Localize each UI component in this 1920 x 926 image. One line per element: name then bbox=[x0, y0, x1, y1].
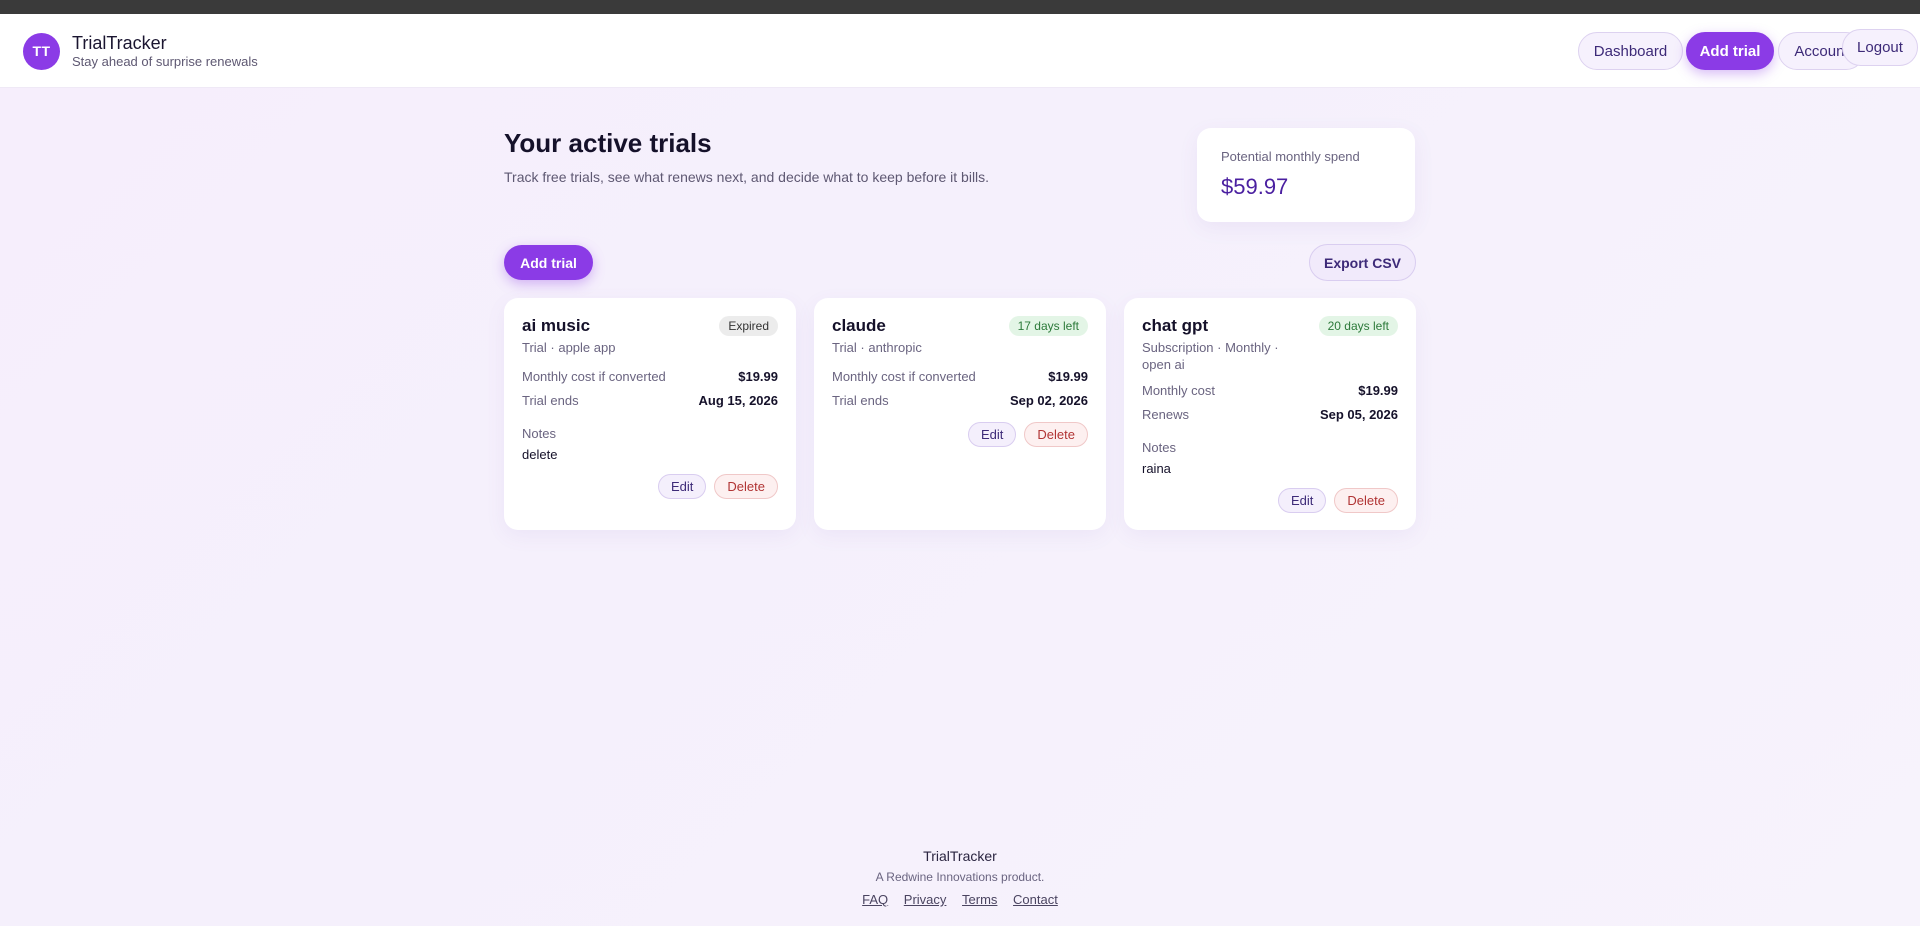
footer-brand: TrialTracker bbox=[923, 848, 997, 864]
card-header: ai music Expired bbox=[522, 316, 778, 336]
trial-card: claude 17 days left Trial · anthropic Mo… bbox=[814, 298, 1106, 530]
delete-button[interactable]: Delete bbox=[1024, 422, 1088, 447]
card-actions: Edit Delete bbox=[1142, 488, 1398, 513]
card-title: ai music bbox=[522, 316, 591, 335]
date-value: Sep 02, 2026 bbox=[1009, 393, 1088, 408]
card-actions: Edit Delete bbox=[832, 422, 1088, 447]
cost-value: $19.99 bbox=[1048, 369, 1088, 384]
date-value: Aug 15, 2026 bbox=[698, 393, 779, 408]
card-header: claude 17 days left bbox=[832, 316, 1088, 336]
edit-button[interactable]: Edit bbox=[658, 474, 707, 499]
date-row: Trial ends Sep 02, 2026 bbox=[832, 393, 1088, 408]
spend-card: Potential monthly spend $59.97 bbox=[1197, 128, 1415, 222]
brand-name: TrialTracker bbox=[72, 33, 167, 53]
notes-value: delete bbox=[522, 447, 558, 462]
cost-label: Monthly cost if converted bbox=[832, 369, 976, 384]
card-header: chat gpt 20 days left bbox=[1142, 316, 1398, 336]
cost-row: Monthly cost if converted $19.99 bbox=[832, 369, 1088, 384]
edit-button[interactable]: Edit bbox=[1278, 488, 1327, 513]
page-subtitle: Track free trials, see what renews next,… bbox=[504, 169, 990, 185]
page-header: Your active trials Track free trials, se… bbox=[504, 128, 989, 185]
notes-value: raina bbox=[1142, 461, 1171, 476]
cost-row: Monthly cost if converted $19.99 bbox=[522, 369, 778, 384]
status-badge: 17 days left bbox=[1008, 316, 1088, 336]
card-actions: Edit Delete bbox=[522, 474, 778, 499]
spend-label: Potential monthly spend bbox=[1221, 149, 1360, 164]
card-meta: Trial · apple app bbox=[522, 340, 616, 355]
cost-value: $19.99 bbox=[1358, 383, 1398, 398]
footer-links: FAQ Privacy Terms Contact bbox=[0, 892, 1920, 907]
cost-label: Monthly cost bbox=[1142, 383, 1215, 398]
delete-button[interactable]: Delete bbox=[714, 474, 778, 499]
trial-card: chat gpt 20 days left Subscription · Mon… bbox=[1124, 298, 1416, 530]
date-row: Renews Sep 05, 2026 bbox=[1142, 407, 1398, 422]
brand-tagline: Stay ahead of surprise renewals bbox=[72, 54, 258, 69]
nav-logout-button[interactable]: Logout bbox=[1842, 29, 1918, 66]
date-value: Sep 05, 2026 bbox=[1319, 407, 1398, 422]
card-meta-line: open ai bbox=[1142, 357, 1185, 372]
browser-strip bbox=[0, 0, 1920, 14]
status-badge: Expired bbox=[719, 316, 778, 336]
cost-row: Monthly cost $19.99 bbox=[1142, 383, 1398, 398]
cost-label: Monthly cost if converted bbox=[522, 369, 666, 384]
card-meta: Trial · anthropic bbox=[832, 340, 922, 355]
footer-link-privacy[interactable]: Privacy bbox=[904, 892, 947, 907]
brand-avatar: TT bbox=[23, 32, 60, 70]
brand-text: TrialTracker Stay ahead of surprise rene… bbox=[72, 32, 258, 70]
footer-link-terms[interactable]: Terms bbox=[962, 892, 997, 907]
status-badge: 20 days left bbox=[1318, 316, 1398, 336]
footer: TrialTracker A Redwine Innovations produ… bbox=[0, 848, 1920, 907]
delete-button[interactable]: Delete bbox=[1334, 488, 1398, 513]
top-bar: TT TrialTracker Stay ahead of surprise r… bbox=[0, 14, 1920, 88]
spend-value: $59.97 bbox=[1221, 174, 1289, 199]
footer-link-faq[interactable]: FAQ bbox=[862, 892, 888, 907]
edit-button[interactable]: Edit bbox=[968, 422, 1017, 447]
nav-dashboard-button[interactable]: Dashboard bbox=[1578, 32, 1683, 70]
add-trial-button[interactable]: Add trial bbox=[504, 245, 593, 280]
card-meta-line: Subscription · Monthly · bbox=[1142, 340, 1279, 355]
footer-link-contact[interactable]: Contact bbox=[1013, 892, 1058, 907]
notes-label: Notes bbox=[522, 426, 556, 441]
trial-card: ai music Expired Trial · apple app Month… bbox=[504, 298, 796, 530]
date-row: Trial ends Aug 15, 2026 bbox=[522, 393, 778, 408]
page-title: Your active trials bbox=[504, 128, 712, 158]
brand[interactable]: TT TrialTracker Stay ahead of surprise r… bbox=[23, 32, 258, 70]
date-label: Trial ends bbox=[832, 393, 889, 408]
date-label: Trial ends bbox=[522, 393, 579, 408]
cost-value: $19.99 bbox=[738, 369, 778, 384]
export-csv-button[interactable]: Export CSV bbox=[1309, 244, 1416, 281]
footer-tagline: A Redwine Innovations product. bbox=[875, 870, 1045, 884]
notes-label: Notes bbox=[1142, 440, 1176, 455]
card-title: chat gpt bbox=[1142, 316, 1209, 335]
nav-add-trial-button[interactable]: Add trial bbox=[1686, 32, 1774, 70]
card-title: claude bbox=[832, 316, 886, 335]
date-label: Renews bbox=[1142, 407, 1189, 422]
